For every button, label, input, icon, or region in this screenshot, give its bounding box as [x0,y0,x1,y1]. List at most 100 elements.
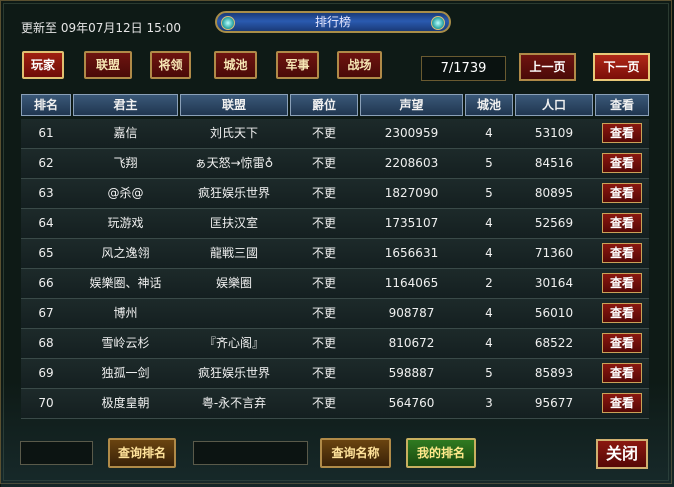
table-row: 69 独孤一剑 疯狂娱乐世界 不更 598887 5 85893 查看 [21,359,649,389]
tab-military[interactable]: 军事 [276,51,319,79]
view-button[interactable]: 查看 [602,243,642,263]
title-cell: 不更 [311,276,336,290]
column-header-prestige: 声望 [360,94,463,116]
title-cell: 不更 [311,366,336,380]
tab-battlefield[interactable]: 战场 [337,51,382,79]
cities-cell: 3 [485,396,493,410]
column-header-alliance: 联盟 [180,94,288,116]
view-button[interactable]: 查看 [602,303,642,323]
view-button[interactable]: 查看 [602,273,642,293]
cities-cell: 4 [485,336,493,350]
population-cell: 52569 [534,216,574,230]
title-cell: 不更 [311,156,336,170]
alliance-cell: 疯狂娱乐世界 [197,366,270,380]
lord-cell: 娱樂圈、神话 [89,276,162,290]
my-rank-button[interactable]: 我的排名 [406,438,476,468]
rank-search-input[interactable] [20,441,93,465]
table-row: 63 @杀@ 疯狂娱乐世界 不更 1827090 5 80895 查看 [21,179,649,209]
table-row: 68 雪岭云杉 『齐心阁』 不更 810672 4 68522 查看 [21,329,649,359]
population-cell: 56010 [534,306,574,320]
rank-cell: 65 [38,246,54,260]
alliance-cell: 刘氏天下 [209,126,258,140]
title-cell: 不更 [311,396,336,410]
lord-cell: 玩游戏 [107,216,144,230]
column-header-population: 人口 [515,94,593,116]
prestige-cell: 2208603 [384,156,439,170]
lord-cell: 极度皇朝 [101,396,150,410]
prestige-cell: 564760 [388,396,435,410]
cities-cell: 4 [485,246,493,260]
population-cell: 53109 [534,126,574,140]
prestige-cell: 810672 [388,336,435,350]
view-button[interactable]: 查看 [602,393,642,413]
alliance-cell: 『齐心阁』 [203,336,264,350]
alliance-cell: 粤-永不言弃 [201,396,267,410]
population-cell: 68522 [534,336,574,350]
lord-cell: 博州 [113,306,138,320]
lord-cell: 雪岭云杉 [101,336,150,350]
rank-cell: 61 [38,126,54,140]
table-row: 70 极度皇朝 粤-永不言弃 不更 564760 3 95677 查看 [21,389,649,419]
update-timestamp: 更新至 09年07月12日 15:00 [21,21,182,35]
column-header-lord: 君主 [73,94,178,116]
cities-cell: 2 [485,276,493,290]
gem-icon [221,16,235,30]
lord-cell: @杀@ [107,186,144,200]
title-cell: 不更 [311,216,336,230]
view-button[interactable]: 查看 [602,363,642,383]
close-button[interactable]: 关闭 [596,439,648,469]
population-cell: 84516 [534,156,574,170]
window-title: 排行榜 [314,15,351,29]
ranking-window: 更新至 09年07月12日 15:00 排行榜 玩家 联盟 将领 城池 军事 战… [0,0,674,487]
population-cell: 80895 [534,186,574,200]
rank-cell: 62 [38,156,54,170]
cities-cell: 5 [485,186,493,200]
tab-players[interactable]: 玩家 [22,51,64,79]
page-indicator: 7/1739 [421,56,506,81]
table-row: 65 风之逸翎 龍戦三國 不更 1656631 4 71360 查看 [21,239,649,269]
name-search-input[interactable] [193,441,308,465]
column-header-title: 爵位 [290,94,358,116]
column-header-rank: 排名 [21,94,71,116]
prestige-cell: 2300959 [384,126,439,140]
table-row: 61 嘉信 刘氏天下 不更 2300959 4 53109 查看 [21,119,649,149]
alliance-cell: ぁ天怒→惊雷♁ [194,156,274,170]
prestige-cell: 1735107 [384,216,439,230]
table-row: 62 飞翔 ぁ天怒→惊雷♁ 不更 2208603 5 84516 查看 [21,149,649,179]
table-row: 64 玩游戏 匡扶汉室 不更 1735107 4 52569 查看 [21,209,649,239]
rank-cell: 70 [38,396,54,410]
title-cell: 不更 [311,126,336,140]
tab-cities[interactable]: 城池 [214,51,257,79]
alliance-cell: 疯狂娱乐世界 [197,186,270,200]
prev-page-button[interactable]: 上一页 [519,53,576,81]
view-button[interactable]: 查看 [602,333,642,353]
view-button[interactable]: 查看 [602,123,642,143]
alliance-cell: 匡扶汉室 [209,216,258,230]
table-row: 67 博州 不更 908787 4 56010 查看 [21,299,649,329]
next-page-button[interactable]: 下一页 [593,53,650,81]
lord-cell: 嘉信 [113,126,138,140]
query-name-button[interactable]: 查询名称 [320,438,391,468]
population-cell: 95677 [534,396,574,410]
prestige-cell: 1656631 [384,246,439,260]
population-cell: 85893 [534,366,574,380]
cities-cell: 5 [485,366,493,380]
title-cell: 不更 [311,186,336,200]
rank-cell: 68 [38,336,54,350]
view-button[interactable]: 查看 [602,213,642,233]
cities-cell: 5 [485,156,493,170]
gem-icon [431,16,445,30]
view-button[interactable]: 查看 [602,153,642,173]
query-rank-button[interactable]: 查询排名 [108,438,176,468]
table-row: 66 娱樂圈、神话 娱樂圈 不更 1164065 2 30164 查看 [21,269,649,299]
tab-alliance[interactable]: 联盟 [84,51,132,79]
alliance-cell: 娱樂圈 [215,276,252,290]
cities-cell: 4 [485,126,493,140]
table-header: 排名 君主 联盟 爵位 声望 城池 人口 查看 [21,94,649,118]
prestige-cell: 1827090 [384,186,439,200]
tab-generals[interactable]: 将领 [150,51,191,79]
lord-cell: 独孤一剑 [101,366,150,380]
alliance-cell [180,299,288,328]
rank-cell: 64 [38,216,54,230]
view-button[interactable]: 查看 [602,183,642,203]
